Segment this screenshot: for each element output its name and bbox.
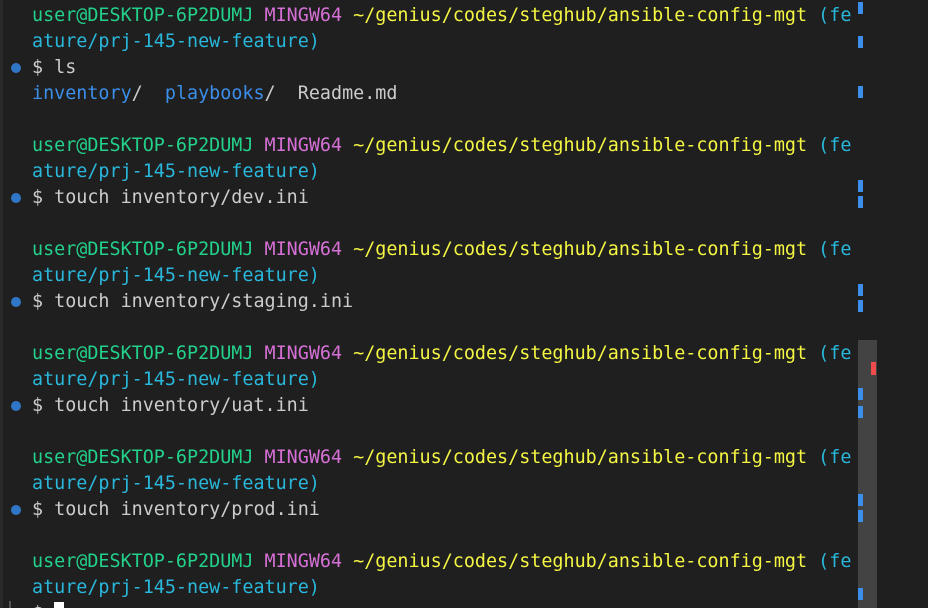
- terminal-line: user@DESKTOP-6P2DUMJ MINGW64 ~/genius/co…: [32, 445, 852, 471]
- prompt-branch: ature/prj-145-new-feature): [32, 369, 320, 390]
- prompt-user: user@DESKTOP-6P2DUMJ: [32, 239, 254, 260]
- cursor-block: [54, 602, 65, 608]
- prompt-branch: (fe: [818, 135, 852, 156]
- output-separator: /: [131, 83, 143, 104]
- prompt-path: ~/genius/codes/steghub/ansible-config-mg…: [353, 551, 808, 572]
- command-success-dot-icon[interactable]: [11, 401, 21, 411]
- scrollbar-thumb[interactable]: [858, 340, 877, 608]
- command-success-dot-icon[interactable]: [11, 505, 21, 515]
- terminal-line: $ touch inventory/uat.ini: [11, 393, 852, 419]
- terminal-buffer[interactable]: user@DESKTOP-6P2DUMJ MINGW64 ~/genius/co…: [9, 3, 852, 608]
- ruler-mark: [858, 2, 863, 14]
- terminal-line: $: [9, 601, 852, 608]
- prompt-path: ~/genius/codes/steghub/ansible-config-mg…: [353, 447, 808, 468]
- terminal-line: user@DESKTOP-6P2DUMJ MINGW64 ~/genius/co…: [32, 341, 852, 367]
- command-text: $ touch inventory/prod.ini: [32, 499, 320, 520]
- prompt-branch: (fe: [818, 447, 852, 468]
- terminal-line: user@DESKTOP-6P2DUMJ MINGW64 ~/genius/co…: [32, 133, 852, 159]
- terminal-line: $ touch inventory/staging.ini: [11, 289, 852, 315]
- terminal-line: ature/prj-145-new-feature): [32, 367, 852, 393]
- command-text: $ touch inventory/dev.ini: [32, 187, 309, 208]
- terminal-line: user@DESKTOP-6P2DUMJ MINGW64 ~/genius/co…: [32, 3, 852, 29]
- prompt-env: MINGW64: [264, 447, 343, 468]
- ruler-mark: [858, 494, 863, 506]
- command-text: $ ls: [32, 57, 77, 78]
- prompt-user: user@DESKTOP-6P2DUMJ: [32, 343, 254, 364]
- terminal-line: ature/prj-145-new-feature): [32, 29, 852, 55]
- terminal-line: ature/prj-145-new-feature): [32, 263, 852, 289]
- command-pending-bar-icon: [9, 601, 11, 608]
- output-file: Readme.md: [297, 83, 398, 104]
- prompt-path: ~/genius/codes/steghub/ansible-config-mg…: [353, 5, 808, 26]
- prompt-branch: (fe: [818, 239, 852, 260]
- prompt-path: ~/genius/codes/steghub/ansible-config-mg…: [353, 343, 808, 364]
- output-directory: playbooks: [164, 83, 265, 104]
- terminal-panel[interactable]: user@DESKTOP-6P2DUMJ MINGW64 ~/genius/co…: [0, 0, 928, 608]
- terminal-line: $ touch inventory/dev.ini: [11, 185, 852, 211]
- output-directory: inventory: [32, 83, 132, 104]
- ruler-mark: [858, 510, 863, 522]
- input-prompt: $: [32, 603, 54, 608]
- prompt-env: MINGW64: [264, 239, 343, 260]
- command-success-dot-icon[interactable]: [11, 193, 21, 203]
- command-text: $ touch inventory/uat.ini: [32, 395, 309, 416]
- ruler-mark: [858, 196, 863, 208]
- ruler-mark: [858, 588, 863, 600]
- ruler-mark: [858, 406, 863, 418]
- prompt-branch: ature/prj-145-new-feature): [32, 31, 320, 52]
- terminal-line: $ touch inventory/prod.ini: [11, 497, 852, 523]
- prompt-branch: (fe: [818, 5, 852, 26]
- prompt-path: ~/genius/codes/steghub/ansible-config-mg…: [353, 239, 808, 260]
- prompt-user: user@DESKTOP-6P2DUMJ: [32, 447, 254, 468]
- prompt-branch: (fe: [818, 343, 852, 364]
- ruler-mark: [858, 388, 863, 400]
- ruler-mark: [858, 300, 863, 312]
- prompt-env: MINGW64: [264, 551, 343, 572]
- terminal-line: ature/prj-145-new-feature): [32, 575, 852, 601]
- prompt-env: MINGW64: [264, 135, 343, 156]
- prompt-branch: ature/prj-145-new-feature): [32, 265, 320, 286]
- ruler-mark: [858, 36, 863, 48]
- prompt-env: MINGW64: [264, 343, 343, 364]
- prompt-user: user@DESKTOP-6P2DUMJ: [32, 551, 254, 572]
- terminal-line: ature/prj-145-new-feature): [32, 159, 852, 185]
- prompt-branch: ature/prj-145-new-feature): [32, 473, 320, 494]
- terminal-line: inventory/ playbooks/ Readme.md: [32, 81, 852, 107]
- terminal-line: $ ls: [11, 55, 852, 81]
- prompt-branch: (fe: [818, 551, 852, 572]
- command-success-dot-icon[interactable]: [11, 63, 21, 73]
- prompt-path: ~/genius/codes/steghub/ansible-config-mg…: [353, 135, 808, 156]
- terminal-line: ature/prj-145-new-feature): [32, 471, 852, 497]
- ruler-mark: [858, 180, 863, 192]
- output-separator: /: [264, 83, 276, 104]
- terminal-line: user@DESKTOP-6P2DUMJ MINGW64 ~/genius/co…: [32, 237, 852, 263]
- command-success-dot-icon[interactable]: [11, 297, 21, 307]
- ruler-error-mark: [871, 362, 876, 375]
- prompt-user: user@DESKTOP-6P2DUMJ: [32, 135, 254, 156]
- prompt-env: MINGW64: [264, 5, 343, 26]
- command-text: $ touch inventory/staging.ini: [32, 291, 354, 312]
- ruler-mark: [858, 86, 863, 98]
- prompt-branch: ature/prj-145-new-feature): [32, 161, 320, 182]
- panel-left-edge: [0, 0, 3, 608]
- prompt-user: user@DESKTOP-6P2DUMJ: [32, 5, 254, 26]
- ruler-mark: [858, 284, 863, 296]
- prompt-branch: ature/prj-145-new-feature): [32, 577, 320, 598]
- terminal-line: user@DESKTOP-6P2DUMJ MINGW64 ~/genius/co…: [32, 549, 852, 575]
- panel-right-gutter: [878, 0, 928, 608]
